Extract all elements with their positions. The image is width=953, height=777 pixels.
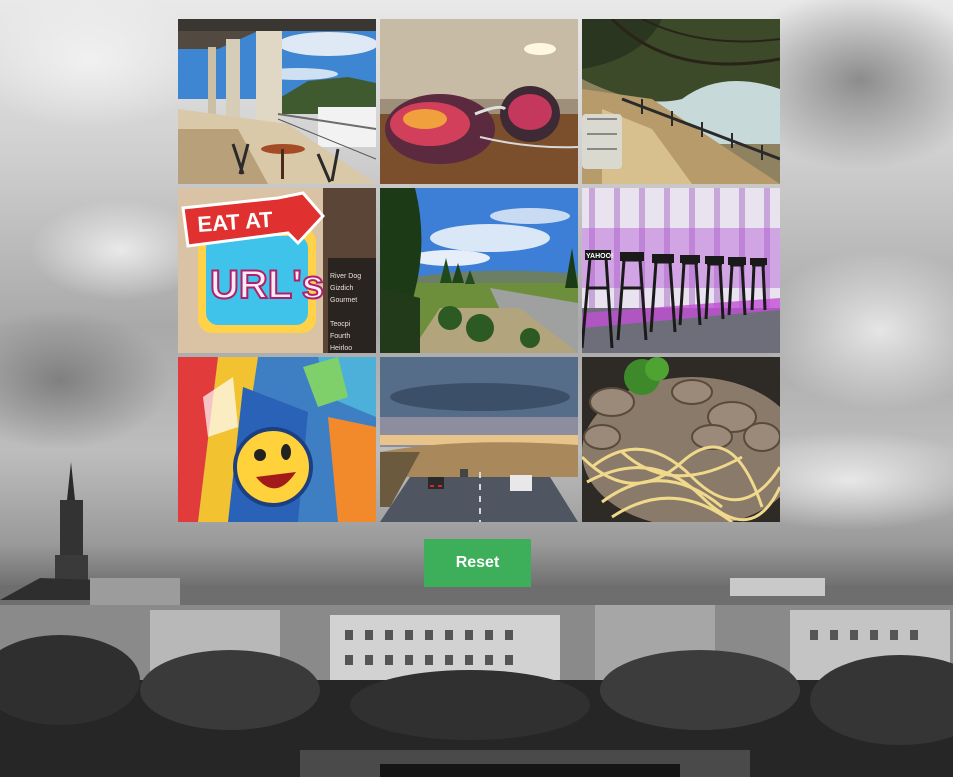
reset-button[interactable]: Reset: [424, 539, 531, 587]
svg-text:River Dog: River Dog: [330, 273, 361, 280]
sign-top-text: EAT AT: [197, 207, 274, 237]
stage-chairs-photo: YAHOO!: [582, 188, 780, 353]
photo-puzzle-grid: River Dog Gizdich Gourmet Teocpi Fourth Hei…: [178, 19, 780, 522]
sunglasses-photo: [380, 19, 578, 184]
pasta-clams-photo: [582, 357, 780, 522]
puzzle-tile-stage-chairs[interactable]: YAHOO!: [582, 188, 780, 353]
terrace-photo: [178, 19, 376, 184]
emoji-mural-photo: [178, 357, 376, 522]
highway-sunset-photo: [380, 357, 578, 522]
puzzle-tile-terrace[interactable]: [178, 19, 376, 184]
sign-main-text: URL's: [210, 263, 324, 307]
svg-text:Fourth: Fourth: [330, 333, 350, 340]
forest-path-photo: [582, 19, 780, 184]
chair-label-text: YAHOO!: [586, 253, 613, 260]
puzzle-tile-forest-path[interactable]: [582, 19, 780, 184]
svg-text:Gizdich: Gizdich: [330, 285, 353, 292]
puzzle-tile-diner-sign[interactable]: River Dog Gizdich Gourmet Teocpi Fourth Hei…: [178, 188, 376, 353]
svg-text:Heirloo: Heirloo: [330, 345, 352, 352]
puzzle-tile-emoji-mural[interactable]: [178, 357, 376, 522]
puzzle-tile-valley[interactable]: [380, 188, 578, 353]
svg-text:Teocpi: Teocpi: [330, 321, 351, 328]
valley-photo: [380, 188, 578, 353]
puzzle-tile-sunglasses[interactable]: [380, 19, 578, 184]
puzzle-tile-highway-sunset[interactable]: [380, 357, 578, 522]
diner-sign-photo: River Dog Gizdich Gourmet Teocpi Fourth Hei…: [178, 188, 376, 353]
puzzle-tile-pasta-clams[interactable]: [582, 357, 780, 522]
svg-text:Gourmet: Gourmet: [330, 297, 357, 304]
